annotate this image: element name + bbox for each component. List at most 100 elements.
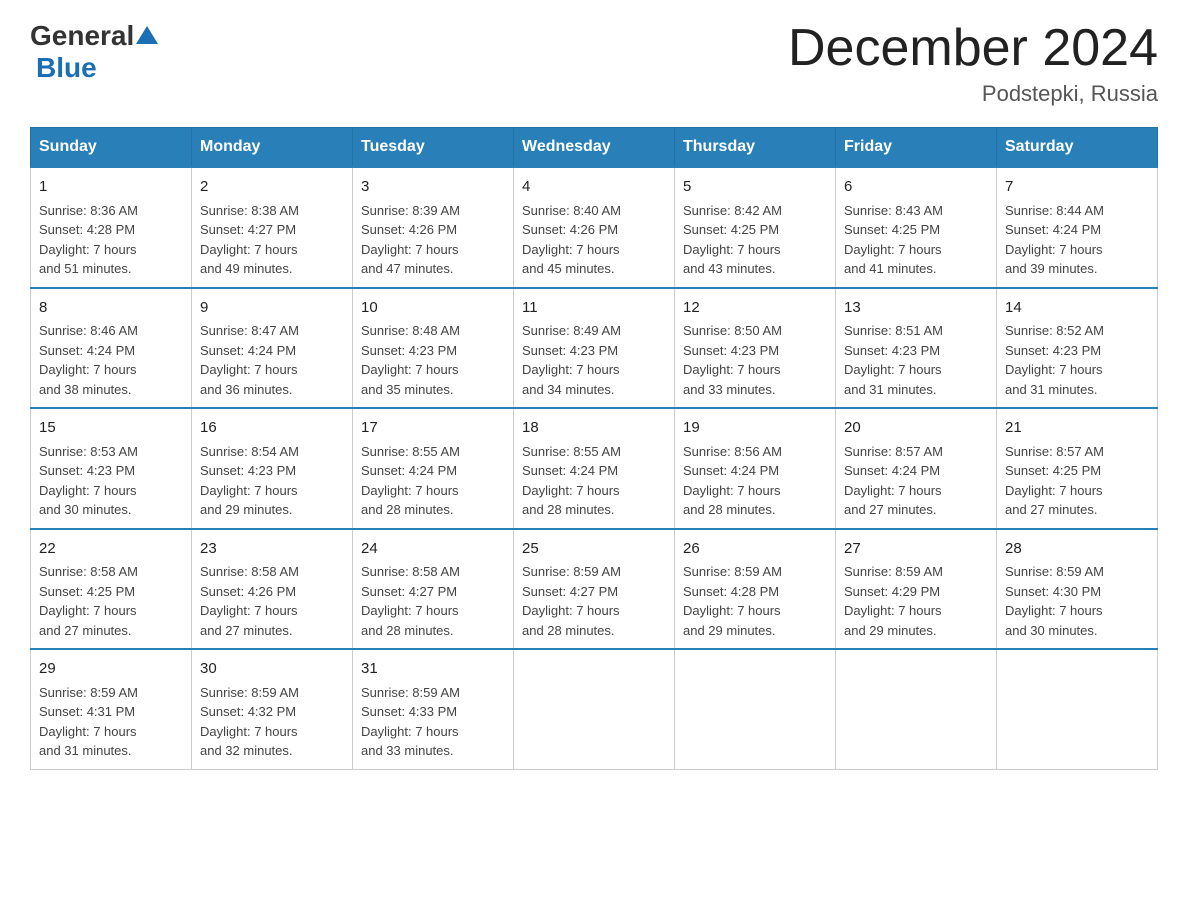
calendar-day-7: 7Sunrise: 8:44 AM Sunset: 4:24 PM Daylig… xyxy=(997,167,1158,288)
day-info: Sunrise: 8:59 AM Sunset: 4:31 PM Dayligh… xyxy=(39,683,183,761)
day-info: Sunrise: 8:40 AM Sunset: 4:26 PM Dayligh… xyxy=(522,201,666,279)
calendar-day-6: 6Sunrise: 8:43 AM Sunset: 4:25 PM Daylig… xyxy=(836,167,997,288)
day-number: 16 xyxy=(200,417,344,440)
calendar-day-25: 25Sunrise: 8:59 AM Sunset: 4:27 PM Dayli… xyxy=(514,529,675,650)
calendar-day-12: 12Sunrise: 8:50 AM Sunset: 4:23 PM Dayli… xyxy=(675,288,836,409)
header-saturday: Saturday xyxy=(997,128,1158,168)
day-info: Sunrise: 8:58 AM Sunset: 4:27 PM Dayligh… xyxy=(361,562,505,640)
day-number: 29 xyxy=(39,658,183,681)
calendar-day-17: 17Sunrise: 8:55 AM Sunset: 4:24 PM Dayli… xyxy=(353,408,514,529)
title-section: December 2024 Podstepki, Russia xyxy=(788,20,1158,107)
header-wednesday: Wednesday xyxy=(514,128,675,168)
day-info: Sunrise: 8:59 AM Sunset: 4:29 PM Dayligh… xyxy=(844,562,988,640)
day-number: 21 xyxy=(1005,417,1149,440)
logo-triangle-icon xyxy=(136,26,158,49)
day-number: 4 xyxy=(522,176,666,199)
day-info: Sunrise: 8:53 AM Sunset: 4:23 PM Dayligh… xyxy=(39,442,183,520)
day-info: Sunrise: 8:50 AM Sunset: 4:23 PM Dayligh… xyxy=(683,321,827,399)
day-info: Sunrise: 8:39 AM Sunset: 4:26 PM Dayligh… xyxy=(361,201,505,279)
day-number: 1 xyxy=(39,176,183,199)
calendar-day-empty xyxy=(675,649,836,769)
day-info: Sunrise: 8:59 AM Sunset: 4:27 PM Dayligh… xyxy=(522,562,666,640)
day-number: 22 xyxy=(39,538,183,561)
calendar-day-16: 16Sunrise: 8:54 AM Sunset: 4:23 PM Dayli… xyxy=(192,408,353,529)
day-info: Sunrise: 8:58 AM Sunset: 4:25 PM Dayligh… xyxy=(39,562,183,640)
day-info: Sunrise: 8:36 AM Sunset: 4:28 PM Dayligh… xyxy=(39,201,183,279)
calendar-day-31: 31Sunrise: 8:59 AM Sunset: 4:33 PM Dayli… xyxy=(353,649,514,769)
day-info: Sunrise: 8:55 AM Sunset: 4:24 PM Dayligh… xyxy=(522,442,666,520)
calendar-day-3: 3Sunrise: 8:39 AM Sunset: 4:26 PM Daylig… xyxy=(353,167,514,288)
day-number: 26 xyxy=(683,538,827,561)
day-info: Sunrise: 8:47 AM Sunset: 4:24 PM Dayligh… xyxy=(200,321,344,399)
day-number: 5 xyxy=(683,176,827,199)
day-number: 6 xyxy=(844,176,988,199)
calendar-header-row: SundayMondayTuesdayWednesdayThursdayFrid… xyxy=(31,128,1158,168)
day-number: 18 xyxy=(522,417,666,440)
day-number: 17 xyxy=(361,417,505,440)
calendar-table: SundayMondayTuesdayWednesdayThursdayFrid… xyxy=(30,127,1158,770)
logo-general-text: General xyxy=(30,20,134,52)
day-number: 8 xyxy=(39,297,183,320)
day-number: 23 xyxy=(200,538,344,561)
calendar-day-empty xyxy=(836,649,997,769)
day-number: 31 xyxy=(361,658,505,681)
calendar-day-11: 11Sunrise: 8:49 AM Sunset: 4:23 PM Dayli… xyxy=(514,288,675,409)
day-number: 28 xyxy=(1005,538,1149,561)
calendar-day-15: 15Sunrise: 8:53 AM Sunset: 4:23 PM Dayli… xyxy=(31,408,192,529)
header-tuesday: Tuesday xyxy=(353,128,514,168)
day-number: 12 xyxy=(683,297,827,320)
calendar-day-21: 21Sunrise: 8:57 AM Sunset: 4:25 PM Dayli… xyxy=(997,408,1158,529)
day-number: 10 xyxy=(361,297,505,320)
day-info: Sunrise: 8:38 AM Sunset: 4:27 PM Dayligh… xyxy=(200,201,344,279)
day-number: 3 xyxy=(361,176,505,199)
day-number: 24 xyxy=(361,538,505,561)
day-info: Sunrise: 8:59 AM Sunset: 4:33 PM Dayligh… xyxy=(361,683,505,761)
day-number: 19 xyxy=(683,417,827,440)
calendar-day-29: 29Sunrise: 8:59 AM Sunset: 4:31 PM Dayli… xyxy=(31,649,192,769)
day-number: 2 xyxy=(200,176,344,199)
calendar-day-1: 1Sunrise: 8:36 AM Sunset: 4:28 PM Daylig… xyxy=(31,167,192,288)
calendar-day-27: 27Sunrise: 8:59 AM Sunset: 4:29 PM Dayli… xyxy=(836,529,997,650)
logo-blue-text: Blue xyxy=(36,52,97,83)
calendar-day-28: 28Sunrise: 8:59 AM Sunset: 4:30 PM Dayli… xyxy=(997,529,1158,650)
header-monday: Monday xyxy=(192,128,353,168)
day-number: 25 xyxy=(522,538,666,561)
day-info: Sunrise: 8:59 AM Sunset: 4:32 PM Dayligh… xyxy=(200,683,344,761)
day-info: Sunrise: 8:43 AM Sunset: 4:25 PM Dayligh… xyxy=(844,201,988,279)
logo: General Blue xyxy=(30,20,158,84)
day-number: 9 xyxy=(200,297,344,320)
day-info: Sunrise: 8:59 AM Sunset: 4:28 PM Dayligh… xyxy=(683,562,827,640)
day-info: Sunrise: 8:55 AM Sunset: 4:24 PM Dayligh… xyxy=(361,442,505,520)
day-number: 14 xyxy=(1005,297,1149,320)
calendar-day-13: 13Sunrise: 8:51 AM Sunset: 4:23 PM Dayli… xyxy=(836,288,997,409)
day-info: Sunrise: 8:52 AM Sunset: 4:23 PM Dayligh… xyxy=(1005,321,1149,399)
day-info: Sunrise: 8:57 AM Sunset: 4:25 PM Dayligh… xyxy=(1005,442,1149,520)
calendar-day-18: 18Sunrise: 8:55 AM Sunset: 4:24 PM Dayli… xyxy=(514,408,675,529)
calendar-day-30: 30Sunrise: 8:59 AM Sunset: 4:32 PM Dayli… xyxy=(192,649,353,769)
calendar-day-2: 2Sunrise: 8:38 AM Sunset: 4:27 PM Daylig… xyxy=(192,167,353,288)
calendar-day-20: 20Sunrise: 8:57 AM Sunset: 4:24 PM Dayli… xyxy=(836,408,997,529)
header-friday: Friday xyxy=(836,128,997,168)
day-info: Sunrise: 8:42 AM Sunset: 4:25 PM Dayligh… xyxy=(683,201,827,279)
day-info: Sunrise: 8:58 AM Sunset: 4:26 PM Dayligh… xyxy=(200,562,344,640)
calendar-day-23: 23Sunrise: 8:58 AM Sunset: 4:26 PM Dayli… xyxy=(192,529,353,650)
day-number: 27 xyxy=(844,538,988,561)
calendar-week-row: 29Sunrise: 8:59 AM Sunset: 4:31 PM Dayli… xyxy=(31,649,1158,769)
day-number: 13 xyxy=(844,297,988,320)
calendar-day-24: 24Sunrise: 8:58 AM Sunset: 4:27 PM Dayli… xyxy=(353,529,514,650)
day-info: Sunrise: 8:48 AM Sunset: 4:23 PM Dayligh… xyxy=(361,321,505,399)
location-label: Podstepki, Russia xyxy=(788,81,1158,107)
calendar-day-8: 8Sunrise: 8:46 AM Sunset: 4:24 PM Daylig… xyxy=(31,288,192,409)
day-info: Sunrise: 8:49 AM Sunset: 4:23 PM Dayligh… xyxy=(522,321,666,399)
calendar-day-19: 19Sunrise: 8:56 AM Sunset: 4:24 PM Dayli… xyxy=(675,408,836,529)
calendar-day-10: 10Sunrise: 8:48 AM Sunset: 4:23 PM Dayli… xyxy=(353,288,514,409)
calendar-week-row: 8Sunrise: 8:46 AM Sunset: 4:24 PM Daylig… xyxy=(31,288,1158,409)
day-info: Sunrise: 8:54 AM Sunset: 4:23 PM Dayligh… xyxy=(200,442,344,520)
calendar-day-5: 5Sunrise: 8:42 AM Sunset: 4:25 PM Daylig… xyxy=(675,167,836,288)
calendar-day-22: 22Sunrise: 8:58 AM Sunset: 4:25 PM Dayli… xyxy=(31,529,192,650)
calendar-day-empty xyxy=(514,649,675,769)
day-info: Sunrise: 8:56 AM Sunset: 4:24 PM Dayligh… xyxy=(683,442,827,520)
calendar-day-14: 14Sunrise: 8:52 AM Sunset: 4:23 PM Dayli… xyxy=(997,288,1158,409)
calendar-day-empty xyxy=(997,649,1158,769)
calendar-day-26: 26Sunrise: 8:59 AM Sunset: 4:28 PM Dayli… xyxy=(675,529,836,650)
